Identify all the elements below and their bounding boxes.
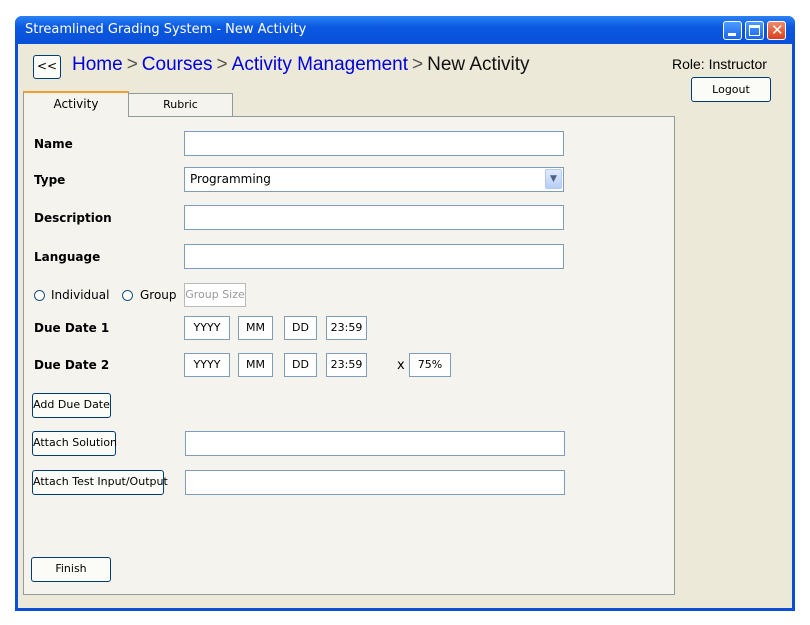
minimize-button[interactable]	[723, 21, 742, 40]
group-radio[interactable]	[122, 290, 133, 301]
logout-button[interactable]: Logout	[691, 77, 771, 102]
late-penalty-percent[interactable]: 75%	[409, 353, 451, 377]
maximize-button[interactable]	[745, 21, 764, 40]
due-date-1-day[interactable]: DD	[284, 316, 317, 340]
due-date-2-month[interactable]: MM	[238, 353, 273, 377]
add-due-date-button[interactable]: Add Due Date	[32, 393, 111, 418]
type-selected-value: Programming	[190, 172, 271, 186]
type-select[interactable]: Programming ▼	[184, 167, 564, 192]
breadcrumb-activity-management-link[interactable]: Activity Management	[232, 54, 408, 75]
tab-rubric[interactable]: Rubric	[128, 93, 233, 117]
client-area: << Home > Courses > Activity Management > New …	[18, 44, 792, 608]
activity-panel: Name Type Programming ▼ Description Lang…	[23, 116, 675, 595]
group-label: Group	[140, 288, 177, 302]
role-label: Role: Instructor	[672, 56, 767, 72]
language-field[interactable]	[184, 244, 564, 269]
due-date-1-year[interactable]: YYYY	[184, 316, 230, 340]
type-label: Type	[34, 173, 66, 187]
back-button[interactable]: <<	[33, 55, 61, 79]
individual-radio[interactable]	[34, 290, 45, 301]
tab-activity[interactable]: Activity	[23, 91, 129, 117]
attach-solution-button[interactable]: Attach Solution	[32, 431, 117, 456]
maximize-icon	[749, 25, 760, 36]
finish-button[interactable]: Finish	[31, 557, 111, 582]
chevron-down-icon[interactable]: ▼	[545, 169, 562, 189]
breadcrumb-current: New Activity	[427, 54, 530, 75]
close-icon: ✕	[771, 21, 784, 39]
name-field[interactable]	[184, 131, 564, 156]
due-date-2-year[interactable]: YYYY	[184, 353, 230, 377]
individual-label: Individual	[51, 288, 110, 302]
multiplier-symbol: x	[397, 358, 405, 373]
description-field[interactable]	[184, 205, 564, 230]
due-date-1-label: Due Date 1	[34, 321, 110, 335]
title-bar: Streamlined Grading System - New Activit…	[15, 16, 795, 44]
due-date-1-time[interactable]: 23:59	[326, 316, 367, 340]
breadcrumb-separator: >	[216, 54, 228, 75]
due-date-2-time[interactable]: 23:59	[326, 353, 367, 377]
name-label: Name	[34, 137, 73, 151]
group-size-field[interactable]: Group Size	[184, 283, 246, 307]
breadcrumb: Home > Courses > Activity Management > New Act…	[72, 54, 530, 76]
description-label: Description	[34, 211, 112, 225]
attach-test-io-button[interactable]: Attach Test Input/Output	[32, 470, 168, 495]
window-title: Streamlined Grading System - New Activit…	[25, 22, 307, 37]
language-label: Language	[34, 250, 101, 264]
close-button[interactable]: ✕	[767, 21, 786, 40]
breadcrumb-courses-link[interactable]: Courses	[142, 54, 213, 75]
due-date-1-month[interactable]: MM	[238, 316, 273, 340]
breadcrumb-separator: >	[412, 54, 424, 75]
app-window: Streamlined Grading System - New Activit…	[15, 16, 795, 611]
breadcrumb-home-link[interactable]: Home	[72, 54, 123, 75]
attach-test-io-field[interactable]	[185, 470, 565, 495]
due-date-2-label: Due Date 2	[34, 358, 110, 372]
minimize-icon	[728, 33, 736, 36]
breadcrumb-separator: >	[126, 54, 138, 75]
due-date-2-day[interactable]: DD	[284, 353, 317, 377]
attach-solution-field[interactable]	[185, 431, 565, 456]
